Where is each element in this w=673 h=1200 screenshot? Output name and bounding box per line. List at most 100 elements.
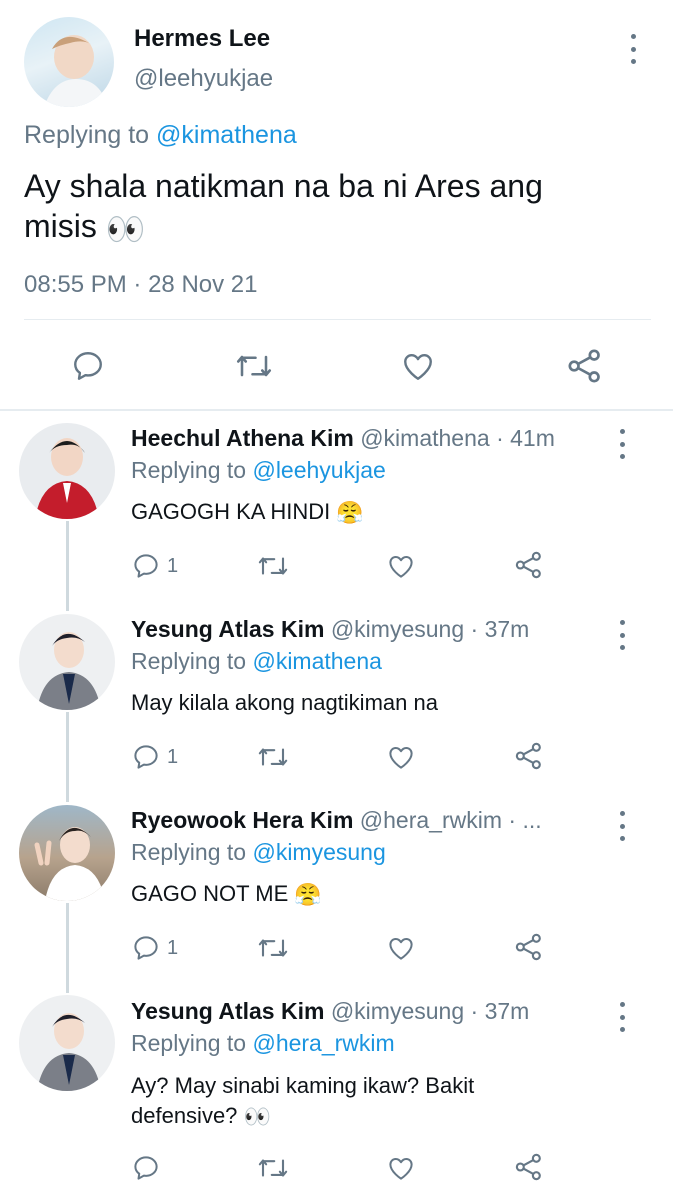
reply-button[interactable] [131,1153,167,1183]
tweet-text: GAGO NOT ME 😤 [131,881,322,908]
eyes-emoji: 👀 [105,210,146,247]
author-name[interactable]: Heechul Athena Kim [131,425,354,451]
replying-to: Replying to @hera_rwkim [131,1030,395,1057]
tweet-text-body: May kilala akong nagtikiman na [131,690,438,715]
retweet-icon [258,748,288,766]
avatar[interactable] [19,423,115,519]
replying-to: Replying to @kimathena [24,121,297,150]
like-icon [389,1158,413,1180]
author-name[interactable]: Hermes Lee [134,25,270,53]
tweet-text: Ay? May sinabi kaming ikaw? Bakit defens… [131,1071,474,1132]
share-icon [515,551,541,579]
thread-line [66,521,69,611]
share-icon [515,1153,541,1181]
thread-line [66,903,69,993]
tweet-text-line: Ay? May sinabi kaming ikaw? Bakit [131,1073,475,1098]
retweet-icon [236,355,272,377]
more-icon[interactable] [617,811,627,841]
timestamp-separator: · [133,271,142,298]
replying-to-link[interactable]: @kimathena [156,121,297,149]
tweet-text-line-2: defensive? 👀 [131,1101,474,1132]
share-icon [515,933,541,961]
reply-icon [134,1156,158,1180]
author-name[interactable]: Yesung Atlas Kim [131,616,324,642]
like-button[interactable] [385,551,417,581]
author-name[interactable]: Ryeowook Hera Kim [131,807,353,833]
reply-header: Yesung Atlas Kim @kimyesung · 37m [131,998,529,1025]
share-button[interactable] [513,1151,545,1183]
share-button[interactable] [513,740,545,772]
avatar[interactable] [19,614,115,710]
reply-count: 1 [167,936,179,959]
thread-line [66,712,69,802]
reply-icon [74,352,102,380]
share-button[interactable] [513,931,545,963]
avatar[interactable] [19,995,115,1091]
reply-button[interactable]: 1 [131,551,178,581]
retweet-button[interactable] [256,1153,290,1183]
reply-header: Heechul Athena Kim @kimathena · 41m [131,425,555,452]
like-button[interactable] [385,933,417,963]
replying-prefix: Replying to [131,457,247,483]
reply-count: 1 [167,554,179,577]
share-icon [568,349,600,383]
replying-to: Replying to @leehyukjae [131,457,386,484]
reply-time: · 41m [496,425,555,451]
like-button[interactable] [399,348,437,384]
replying-prefix: Replying to [24,121,150,149]
more-icon[interactable] [617,429,627,459]
replying-to: Replying to @kimathena [131,648,382,675]
tweet-text-line: defensive? [131,1103,238,1128]
tweet-time: 08:55 PM [24,271,127,298]
author-name[interactable]: Yesung Atlas Kim [131,998,324,1024]
tweet-text-body: GAGO NOT ME [131,881,289,906]
replying-prefix: Replying to [131,839,247,865]
tweet-text-body: Ay shala natikman na ba ni Ares ang misi… [24,168,543,244]
tweet-date: 28 Nov 21 [148,271,258,298]
retweet-icon [258,939,288,957]
steam-emoji: 😤 [336,500,364,526]
replying-to-link[interactable]: @kimyesung [252,839,385,865]
tweet-timestamp: 08:55 PM · 28 Nov 21 [24,271,257,299]
retweet-button[interactable] [234,348,274,384]
reply-header: Yesung Atlas Kim @kimyesung · 37m [131,616,529,643]
like-button[interactable] [385,1153,417,1183]
author-handle[interactable]: @kimyesung [331,616,464,642]
more-icon[interactable] [617,1002,627,1032]
like-icon [389,938,413,960]
eyes-emoji: 👀 [243,1104,271,1130]
replying-to-link[interactable]: @leehyukjae [252,457,385,483]
reply-icon [134,936,158,960]
avatar[interactable] [24,17,114,107]
retweet-icon [258,557,288,575]
reply-icon [134,745,158,769]
author-handle[interactable]: @kimathena [360,425,489,451]
like-button[interactable] [385,742,417,772]
reply-button[interactable] [70,348,106,384]
like-icon [404,354,432,380]
divider [24,319,651,320]
retweet-button[interactable] [256,551,290,581]
share-button[interactable] [565,346,605,386]
tweet-text: Ay shala natikman na ba ni Ares ang misi… [24,166,624,249]
share-icon [515,742,541,770]
replying-prefix: Replying to [131,648,247,674]
author-handle[interactable]: @hera_rwkim [360,807,502,833]
replying-to-link[interactable]: @kimathena [252,648,381,674]
reply-time: · ... [508,807,542,833]
retweet-button[interactable] [256,933,290,963]
retweet-button[interactable] [256,742,290,772]
retweet-icon [258,1159,288,1177]
replying-to: Replying to @kimyesung [131,839,386,866]
reply-button[interactable]: 1 [131,933,178,963]
author-handle[interactable]: @leehyukjae [134,65,273,93]
replying-to-link[interactable]: @hera_rwkim [252,1030,394,1056]
more-icon[interactable] [628,34,638,64]
divider [0,409,673,411]
reply-button[interactable]: 1 [131,742,178,772]
reply-icon [134,554,158,578]
avatar[interactable] [19,805,115,901]
author-handle[interactable]: @kimyesung [331,998,464,1024]
more-icon[interactable] [617,620,627,650]
share-button[interactable] [513,549,545,581]
